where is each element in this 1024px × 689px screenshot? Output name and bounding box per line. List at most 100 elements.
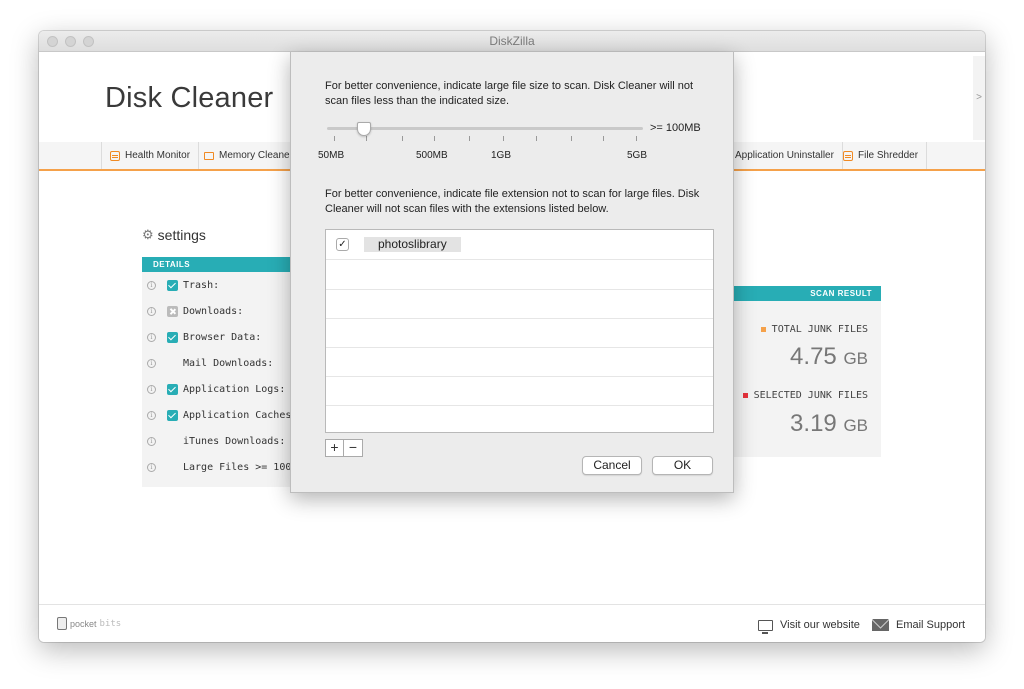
setting-checkbox[interactable] xyxy=(167,305,178,317)
ok-button[interactable]: OK xyxy=(652,456,713,475)
tick-label-50mb: 50MB xyxy=(318,150,345,161)
visit-website-label: Visit our website xyxy=(780,619,860,631)
empty-list-row xyxy=(326,260,713,290)
file-shredder-icon xyxy=(843,150,853,161)
selected-junk-value: 3.19 GB xyxy=(790,410,868,438)
info-icon[interactable]: i xyxy=(147,358,156,368)
total-junk-unit: GB xyxy=(843,349,868,368)
title-bar: DiskZilla xyxy=(39,31,985,52)
scan-result-header: SCAN RESULT xyxy=(733,286,881,301)
slider-tick xyxy=(434,136,435,141)
info-icon[interactable]: i xyxy=(147,410,156,420)
tab-label: Application Uninstaller xyxy=(735,150,834,161)
info-icon[interactable]: i xyxy=(147,384,156,394)
setting-label: Mail Downloads: xyxy=(183,357,274,369)
tick-label-1gb: 1GB xyxy=(491,150,512,161)
settings-heading-label: settings xyxy=(157,227,206,243)
setting-row[interactable]: i Trash: xyxy=(142,277,302,293)
selected-junk-number: 3.19 xyxy=(790,410,837,437)
info-icon[interactable]: i xyxy=(147,280,156,290)
visit-website-link[interactable]: Visit our website xyxy=(758,619,860,634)
empty-list-row xyxy=(326,376,713,406)
memory-cleaner-icon xyxy=(204,151,214,160)
total-junk-label: TOTAL JUNK FILES xyxy=(760,324,868,335)
health-monitor-icon xyxy=(110,150,120,161)
info-icon[interactable]: i xyxy=(147,462,156,472)
size-slider-track[interactable] xyxy=(327,127,643,130)
tab-label: Memory Cleaner xyxy=(219,150,293,161)
cancel-button[interactable]: Cancel xyxy=(582,456,642,475)
slider-tick xyxy=(366,136,367,141)
setting-checkbox[interactable] xyxy=(167,409,178,421)
setting-label: iTunes Downloads: xyxy=(183,435,286,447)
details-panel: DETAILS i Trash: i Downloads: i Browser Data:… xyxy=(142,257,309,487)
setting-checkbox[interactable] xyxy=(167,358,178,369)
total-junk-label-text: TOTAL JUNK FILES xyxy=(771,324,868,335)
setting-row[interactable]: i iTunes Downloads: xyxy=(142,433,302,449)
tab-health-monitor[interactable]: Health Monitor xyxy=(101,142,200,169)
next-panel-arrow-icon[interactable]: > xyxy=(973,56,985,140)
extension-list: ✓ photoslibrary xyxy=(325,229,714,433)
setting-row[interactable]: i Application Logs: xyxy=(142,381,302,397)
tab-file-shredder[interactable]: File Shredder xyxy=(835,142,928,169)
slider-tick xyxy=(469,136,470,141)
envelope-icon xyxy=(872,619,889,631)
slider-tick xyxy=(402,136,403,141)
setting-label: Application Logs: xyxy=(183,383,286,395)
empty-list-row xyxy=(326,347,713,377)
setting-checkbox[interactable] xyxy=(167,436,178,447)
total-junk-value: 4.75 GB xyxy=(790,343,868,371)
setting-checkbox[interactable] xyxy=(167,331,178,343)
pocketbits-icon xyxy=(57,617,67,630)
slider-tick xyxy=(603,136,604,141)
empty-list-row xyxy=(326,405,713,432)
email-support-label: Email Support xyxy=(896,619,966,631)
extension-row[interactable]: ✓ photoslibrary xyxy=(326,230,713,260)
empty-list-row xyxy=(326,289,713,319)
setting-row[interactable]: i Mail Downloads: xyxy=(142,355,302,371)
tick-label-500mb: 500MB xyxy=(416,150,448,161)
gear-icon: ⚙ xyxy=(142,227,154,242)
slider-tick xyxy=(536,136,537,141)
remove-extension-button[interactable]: − xyxy=(344,439,363,457)
large-files-settings-sheet: For better convenience, indicate large f… xyxy=(290,52,734,493)
setting-row[interactable]: i Application Caches: xyxy=(142,407,302,423)
tab-label: File Shredder xyxy=(858,150,919,161)
pocketbits-logo[interactable]: pocket bits xyxy=(57,617,121,630)
setting-label: Trash: xyxy=(183,279,220,291)
size-slider-readout: >= 100MB xyxy=(650,122,701,134)
slider-tick xyxy=(636,136,637,141)
slider-tick xyxy=(571,136,572,141)
slider-tick xyxy=(334,136,335,141)
window-title: DiskZilla xyxy=(489,34,535,48)
info-icon[interactable]: i xyxy=(147,332,156,342)
setting-label: Application Caches: xyxy=(183,409,298,421)
tab-application-uninstaller[interactable]: Application Uninstaller xyxy=(727,142,843,169)
extension-instruction-text: For better convenience, indicate file ex… xyxy=(325,188,700,215)
selected-junk-marker xyxy=(742,393,748,398)
details-header: DETAILS xyxy=(142,257,302,272)
setting-checkbox[interactable] xyxy=(167,279,178,291)
setting-checkbox[interactable] xyxy=(167,383,178,395)
add-extension-button[interactable]: + xyxy=(325,439,344,457)
info-icon[interactable]: i xyxy=(147,436,156,446)
footer: pocket bits Visit our website Email Suppo… xyxy=(39,604,985,642)
brand-prefix: pocket xyxy=(70,618,97,629)
tab-memory-cleaner[interactable]: Memory Cleaner xyxy=(196,142,302,169)
add-remove-controls: + − xyxy=(325,439,363,457)
email-support-link[interactable]: Email Support xyxy=(872,619,965,631)
size-instruction-text: For better convenience, indicate large f… xyxy=(325,80,694,107)
settings-heading: ⚙ settings xyxy=(142,227,206,243)
extension-name: photoslibrary xyxy=(364,237,461,252)
selected-junk-unit: GB xyxy=(843,416,868,435)
info-icon[interactable]: i xyxy=(147,306,156,316)
setting-row[interactable]: i Browser Data: xyxy=(142,329,302,345)
slider-tick xyxy=(503,136,504,141)
size-slider-thumb[interactable] xyxy=(357,122,371,136)
setting-label: Downloads: xyxy=(183,305,244,317)
setting-row[interactable]: i Large Files >= 100MB: xyxy=(142,459,309,475)
setting-row[interactable]: i Downloads: xyxy=(142,303,302,319)
setting-checkbox[interactable] xyxy=(167,462,178,473)
scan-result-panel: SCAN RESULT TOTAL JUNK FILES 4.75 GB SEL… xyxy=(733,286,881,457)
extension-checkbox[interactable]: ✓ xyxy=(336,238,349,251)
